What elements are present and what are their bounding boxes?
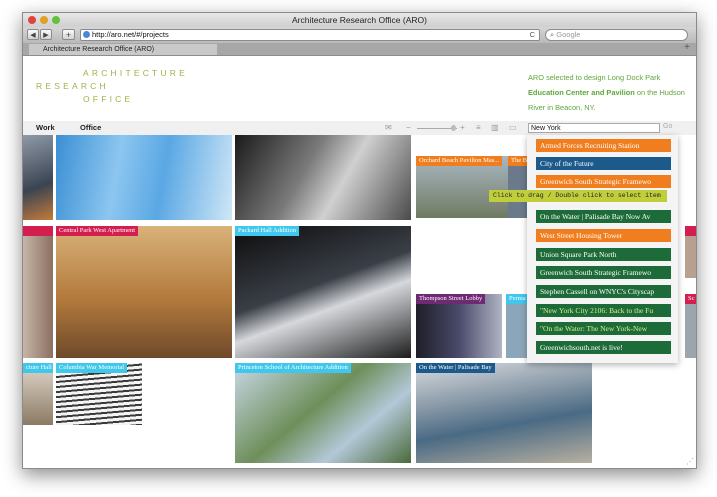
news-text-1: ARO selected to design Long Dock Park <box>528 73 661 82</box>
result-item[interactable]: Stephen Cassell on WNYC's Cityscap <box>536 285 671 298</box>
result-item[interactable]: Greenwich South Strategic Framewo <box>536 266 671 279</box>
slideshow-icon[interactable]: ▭ <box>509 123 517 132</box>
nav-office[interactable]: Office <box>80 123 101 132</box>
project-tile-right-edge-1[interactable] <box>685 226 696 278</box>
url-text: http://aro.net/#/projects <box>92 30 169 39</box>
result-item[interactable]: West Street Housing Tower <box>536 229 671 242</box>
zoom-in-icon[interactable]: + <box>460 123 465 132</box>
tile-color-bar <box>23 226 53 236</box>
browser-toolbar: ◀ ▶ + http://aro.net/#/projects C ⌕ Goog… <box>23 27 696 43</box>
nav-work[interactable]: Work <box>36 123 55 132</box>
logo-office[interactable]: OFFICE <box>83 94 133 104</box>
project-tile-blue-interior[interactable] <box>56 135 232 220</box>
tile-label: Perma <box>506 294 528 304</box>
project-tile-thompson-street[interactable]: Thompson Street Lobby <box>416 294 502 358</box>
project-tile-right-edge-2[interactable]: Sc <box>685 294 696 358</box>
drag-tooltip: Click to drag / Double click to select i… <box>489 190 667 202</box>
tile-color-bar <box>685 226 696 236</box>
resize-grip-icon[interactable]: ⋰ <box>686 457 694 466</box>
tile-label: Columbia War Memorial <box>56 363 128 373</box>
web-search-input[interactable]: ⌕ Google <box>545 29 688 41</box>
project-tile-packard-hall[interactable]: Packard Hall Addition <box>235 226 411 358</box>
tile-label: cture Hall <box>23 363 53 373</box>
project-tile-princeton[interactable]: Princeton School of Architecture Additio… <box>235 363 411 463</box>
result-item[interactable]: "New York City 2106: Back to the Fu <box>536 304 671 317</box>
project-tile-palisade-bay[interactable]: On the Water | Palisade Bay <box>416 363 592 463</box>
list-view-icon[interactable]: ≡ <box>476 123 481 132</box>
project-tile-studio-photo[interactable] <box>235 135 411 220</box>
tile-label: Central Park West Apartment <box>56 226 139 236</box>
news-text-2: Education Center and Pavilion <box>528 88 635 97</box>
result-item[interactable]: "On the Water: The New York-New <box>536 322 671 335</box>
reload-icon[interactable]: C <box>530 30 535 40</box>
close-window-icon[interactable] <box>28 16 36 24</box>
tab-bar: Architecture Research Office (ARO) + <box>23 42 696 56</box>
result-item[interactable]: On the Water | Palisade Bay Now Av <box>536 210 671 223</box>
tile-label: Sc <box>685 294 696 304</box>
browser-window: Architecture Research Office (ARO) ◀ ▶ +… <box>22 12 697 469</box>
result-item[interactable]: Greenwichsouth.net is live! <box>536 341 671 354</box>
project-tile-the-ba[interactable]: The Ba <box>508 156 528 218</box>
news-headline[interactable]: ARO selected to design Long Dock Park Ed… <box>528 70 693 115</box>
project-tile-lecture-hall[interactable]: cture Hall <box>23 363 53 425</box>
nav-strip: Work Office ✉ − + ≡ ▥ ▭ New York Go <box>23 121 696 135</box>
result-item[interactable]: Greenwich South Strategic Framewo <box>536 175 671 188</box>
project-search-input[interactable]: New York <box>528 123 660 133</box>
search-icon: ⌕ <box>550 30 555 39</box>
go-button[interactable]: Go <box>663 123 672 130</box>
result-item[interactable]: Union Square Park North <box>536 248 671 261</box>
tile-label: Orchard Beach Pavilion Mas... <box>416 156 503 166</box>
page-content: ARCHITECTURE RESEARCH OFFICE ARO selecte… <box>23 56 696 468</box>
tab-aro[interactable]: Architecture Research Office (ARO) <box>29 44 217 55</box>
project-tile-orchard-beach[interactable]: Orchard Beach Pavilion Mas... <box>416 156 508 218</box>
title-bar: Architecture Research Office (ARO) <box>23 13 696 27</box>
tile-label: The Ba <box>508 156 528 166</box>
mail-icon[interactable]: ✉ <box>385 123 392 132</box>
zoom-out-icon[interactable]: − <box>406 123 411 132</box>
tile-label: On the Water | Palisade Bay <box>416 363 495 373</box>
project-tile-central-park-west[interactable]: Central Park West Apartment <box>56 226 232 358</box>
project-tile-city-night[interactable] <box>23 135 53 220</box>
zoom-window-icon[interactable] <box>52 16 60 24</box>
logo-architecture[interactable]: ARCHITECTURE <box>83 68 188 78</box>
globe-icon <box>83 31 90 38</box>
project-tile-perma[interactable]: Perma <box>506 294 528 358</box>
forward-button[interactable]: ▶ <box>40 29 52 40</box>
grid-view-icon[interactable]: ▥ <box>491 123 499 132</box>
address-bar[interactable]: http://aro.net/#/projects C <box>80 29 540 41</box>
tile-label: Packard Hall Addition <box>235 226 300 236</box>
add-bookmark-button[interactable]: + <box>62 29 75 40</box>
minimize-window-icon[interactable] <box>40 16 48 24</box>
project-tile-left-strip[interactable] <box>23 226 53 358</box>
window-title: Architecture Research Office (ARO) <box>292 15 427 25</box>
result-item[interactable]: City of the Future <box>536 157 671 170</box>
result-item[interactable]: Armed Forces Recruiting Station <box>536 139 671 152</box>
zoom-slider-handle[interactable] <box>451 125 456 131</box>
tile-label: Princeton School of Architecture Additio… <box>235 363 351 373</box>
project-tile-columbia-war-memorial[interactable]: Columbia War Memorial <box>56 363 142 425</box>
back-button[interactable]: ◀ <box>27 29 39 40</box>
new-tab-button[interactable]: + <box>684 42 690 53</box>
search-results-panel: Armed Forces Recruiting Station City of … <box>527 135 678 363</box>
search-placeholder: Google <box>556 30 581 39</box>
tile-label: Thompson Street Lobby <box>416 294 486 304</box>
logo-research[interactable]: RESEARCH <box>36 81 109 91</box>
